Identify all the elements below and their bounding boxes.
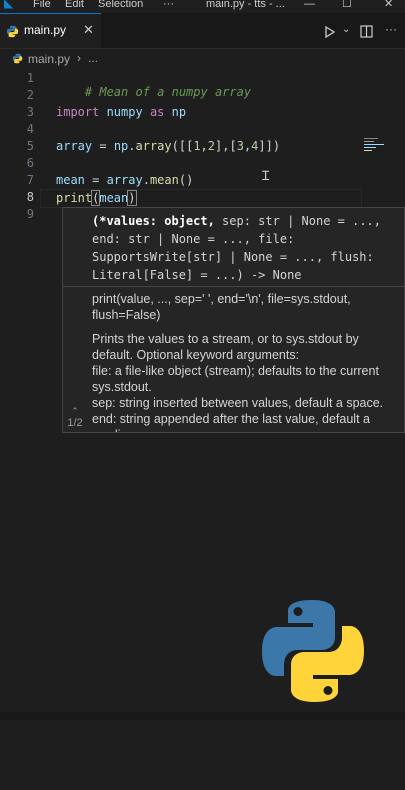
line-number: 2 — [26, 88, 34, 102]
menu-more[interactable]: ··· — [163, 0, 174, 10]
bracket: ]]) — [258, 139, 281, 153]
argument: mean — [99, 191, 129, 205]
menu-file[interactable]: File — [33, 0, 51, 10]
code-line-3: import numpy as np — [56, 105, 186, 119]
divider — [63, 286, 404, 287]
text-cursor — [135, 190, 137, 204]
paren: ) — [127, 190, 137, 206]
title-bar: ◣ File Edit Selection ··· main.py - tts … — [0, 0, 405, 12]
comment: # Mean of a numpy array — [84, 85, 252, 99]
module-name: numpy — [99, 105, 150, 119]
comma: , — [200, 139, 208, 153]
object-ref: array — [106, 173, 143, 187]
number: 2 — [207, 139, 216, 153]
vscode-logo-icon: ◣ — [4, 0, 14, 10]
pager-up-icon[interactable]: ⌃ — [63, 406, 87, 417]
minimize-icon[interactable]: — — [304, 0, 315, 10]
module-alias: np — [164, 105, 187, 119]
line-number: 7 — [26, 173, 34, 187]
operator: = — [84, 173, 107, 187]
keyword-as: as — [149, 105, 165, 119]
doc-signature: print(value, ..., sep=' ', end='\n', fil… — [92, 292, 351, 322]
line-number-active: 8 — [26, 190, 34, 204]
dot: . — [128, 139, 136, 153]
bracket: ([[ — [171, 139, 194, 153]
module-ref: np — [113, 139, 129, 153]
line-number: 3 — [26, 105, 34, 119]
code-line-7: mean = array.mean() — [56, 173, 193, 187]
tab-bar: main.py ✕ ⌄ ··· — [0, 13, 405, 49]
code-line-8: print(mean) — [56, 190, 137, 206]
signature-active-param: (*values: object, — [92, 214, 215, 228]
breadcrumb-more[interactable]: ... — [88, 51, 98, 65]
variable: mean — [56, 173, 85, 187]
line-number: 5 — [26, 139, 34, 153]
run-icon[interactable] — [325, 26, 335, 38]
mouse-ibeam-icon: Ɪ — [262, 169, 270, 184]
doc-body: sep: string inserted between values, def… — [92, 396, 384, 410]
split-editor-icon[interactable] — [360, 25, 373, 38]
breadcrumb-separator-icon: › — [77, 51, 81, 65]
python-file-icon — [12, 53, 23, 64]
tab-label: main.py — [24, 23, 67, 37]
breadcrumb: main.py › ... — [0, 49, 405, 70]
doc-body: end: string appended after the last valu… — [92, 412, 370, 432]
function-call: array — [135, 139, 172, 153]
number: 1 — [193, 139, 201, 153]
menu-edit[interactable]: Edit — [65, 0, 84, 10]
documentation: print(value, ..., sep=' ', end='\n', fil… — [92, 291, 402, 432]
menu-selection[interactable]: Selection — [98, 0, 143, 10]
tab-main-py[interactable]: main.py ✕ — [0, 13, 101, 48]
python-logo-icon — [262, 600, 364, 702]
doc-body: file: a file-like object (stream); defau… — [92, 364, 379, 394]
overload-pager[interactable]: ⌃ 1/2 ⌄ — [63, 406, 87, 432]
line-number: 1 — [26, 71, 34, 85]
line-number: 6 — [26, 156, 34, 170]
function-signature: (*values: object, sep: str | None = ...,… — [92, 212, 404, 284]
window-close-icon[interactable]: ✕ — [384, 0, 393, 10]
bracket: ],[ — [215, 139, 237, 153]
doc-body: Prints the values to a stream, or to sys… — [92, 332, 359, 362]
python-file-icon — [6, 25, 19, 38]
variable: array — [56, 139, 93, 153]
status-bar — [0, 712, 405, 720]
pager-down-icon[interactable]: ⌄ — [63, 429, 87, 432]
code-line-5: array = np.array([[1,2],[3,4]]) — [56, 139, 280, 153]
minimap[interactable] — [364, 138, 390, 158]
dot: . — [142, 173, 150, 187]
run-dropdown-icon[interactable]: ⌄ — [342, 24, 350, 35]
function-call: print — [56, 191, 93, 205]
breadcrumb-file[interactable]: main.py — [28, 52, 70, 66]
maximize-icon[interactable]: ☐ — [342, 0, 352, 10]
pager-count: 1/2 — [67, 417, 83, 429]
line-number: 9 — [26, 207, 34, 221]
line-number: 4 — [26, 122, 34, 136]
signature-help-popup[interactable]: (*values: object, sep: str | None = ...,… — [62, 207, 405, 433]
tab-close-icon[interactable]: ✕ — [83, 22, 94, 38]
keyword-import: import — [56, 105, 100, 119]
more-actions-icon[interactable]: ··· — [385, 22, 397, 36]
window-title: main.py - tts - ... — [206, 0, 285, 10]
parens: () — [178, 173, 194, 187]
method-call: mean — [149, 173, 179, 187]
number: 3 — [236, 139, 244, 153]
operator: = — [92, 139, 114, 153]
